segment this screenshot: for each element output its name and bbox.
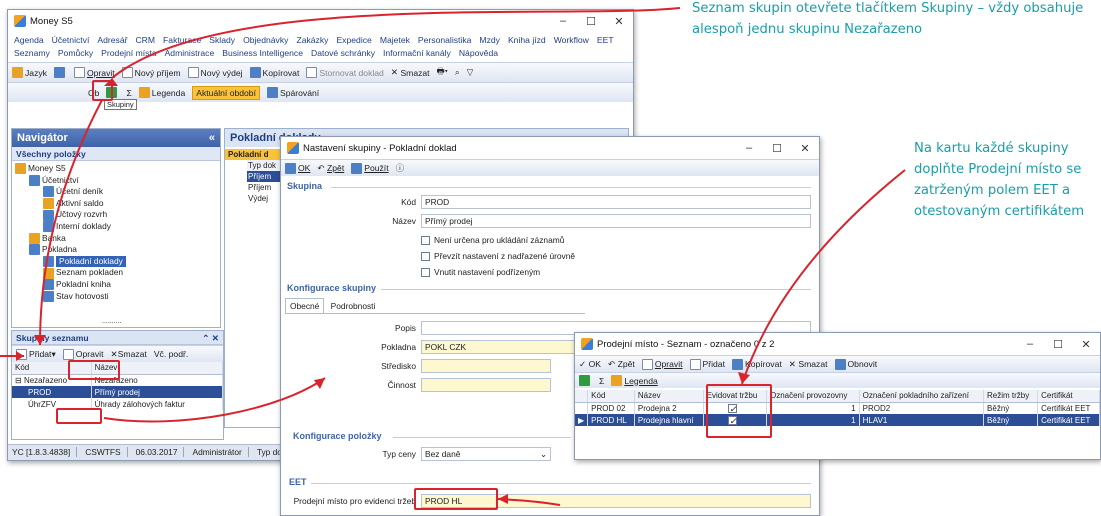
- annotation-arrows: [0, 7, 906, 506]
